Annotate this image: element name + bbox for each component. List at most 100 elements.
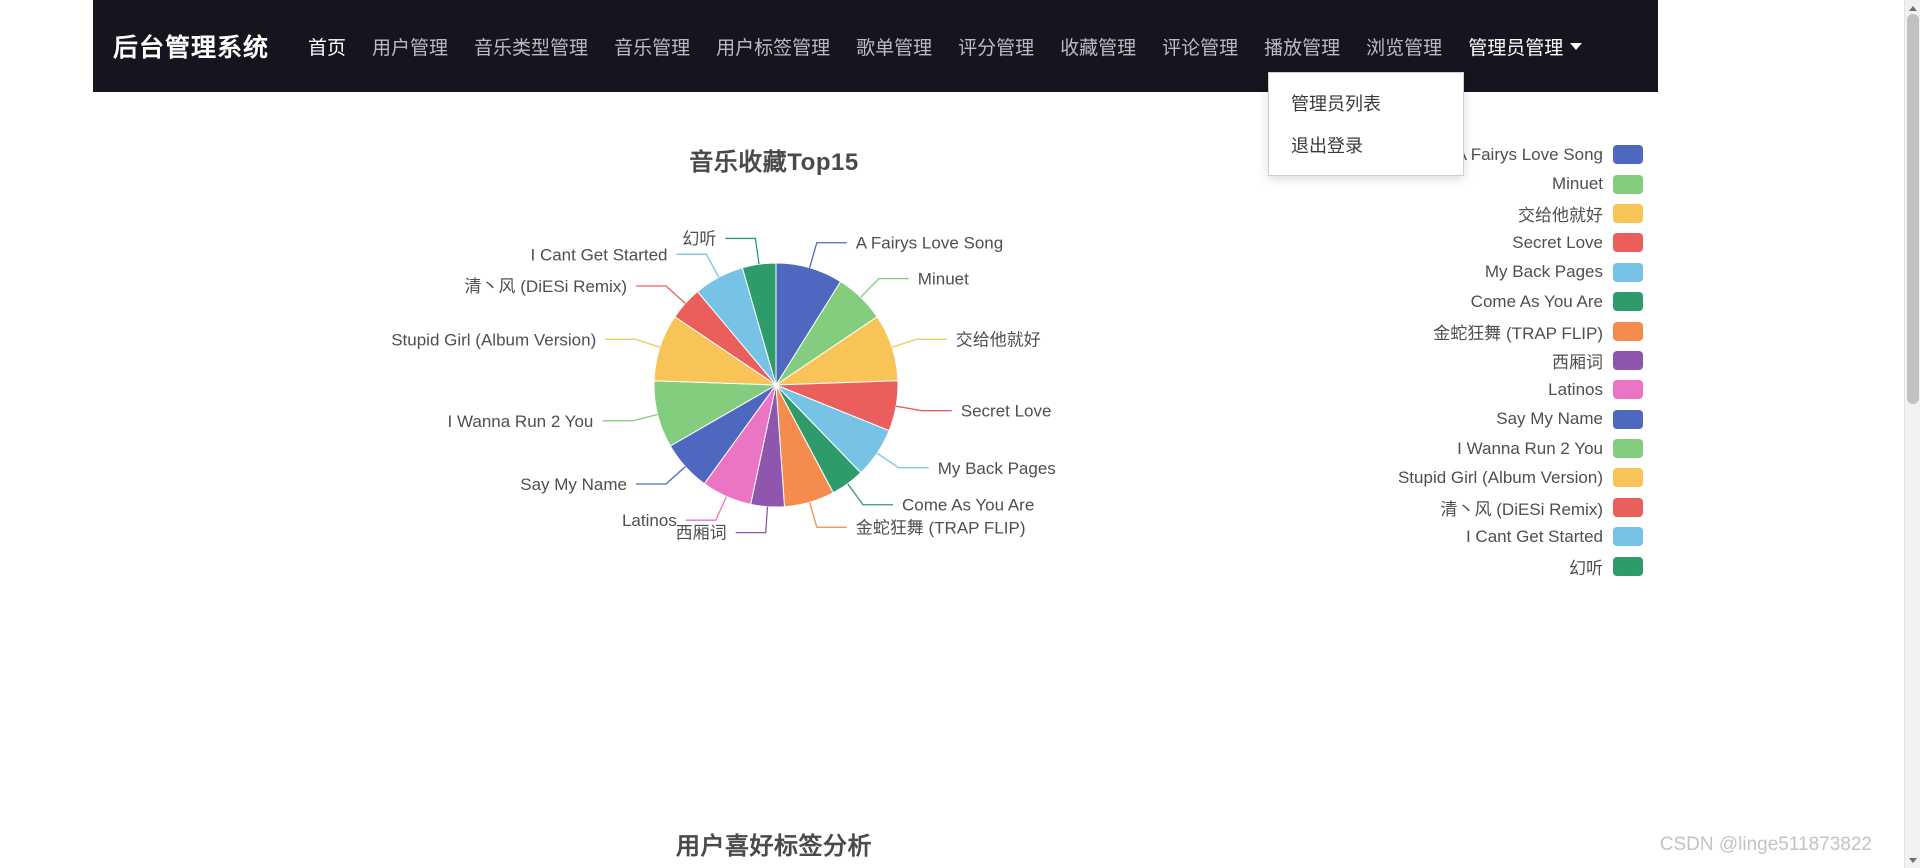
nav-link-2[interactable]: 音乐类型管理 bbox=[461, 33, 601, 60]
nav-link-0[interactable]: 首页 bbox=[295, 33, 359, 60]
legend-item[interactable]: 清丶风 (DiESi Remix) bbox=[1243, 493, 1643, 522]
legend-item-label: My Back Pages bbox=[1484, 262, 1603, 282]
nav-dropdown-admin-label: 管理员管理 bbox=[1468, 37, 1564, 59]
pie-label-leader-line bbox=[896, 405, 952, 412]
legend-item-label: 交给他就好 bbox=[1518, 205, 1603, 225]
legend-item-label: 幻听 bbox=[1569, 558, 1603, 578]
legend-item-label: I Cant Get Started bbox=[1465, 526, 1603, 546]
pie-label-leader-line bbox=[809, 502, 847, 528]
nav-link-9[interactable]: 播放管理 bbox=[1251, 33, 1353, 60]
pie-label-leader-line bbox=[725, 237, 760, 265]
pie-label-leader-line bbox=[602, 413, 658, 422]
legend-color-swatch bbox=[1613, 439, 1643, 459]
pie-slice-label: Latinos bbox=[622, 511, 677, 530]
admin-dropdown-menu: 管理员列表 退出登录 bbox=[1268, 72, 1464, 176]
pie-slice-label: 幻听 bbox=[682, 229, 716, 248]
legend-color-swatch bbox=[1613, 350, 1643, 370]
legend-item-label: A Fairys Love Song bbox=[1455, 144, 1603, 164]
pie-slice-label: My Back Pages bbox=[938, 459, 1056, 478]
pie-slice-label: 清丶风 (DiESi Remix) bbox=[465, 277, 627, 296]
legend-item-label: Secret Love bbox=[1512, 232, 1603, 252]
legend-item[interactable]: 交给他就好 bbox=[1243, 199, 1643, 228]
pie-label-leader-line bbox=[735, 506, 769, 534]
dropdown-item-1[interactable]: 退出登录 bbox=[1269, 124, 1463, 166]
chart-legend: A Fairys Love Song Minuet 交给他就好 Secret Love… bbox=[1243, 140, 1643, 581]
scrollbar-thumb[interactable] bbox=[1907, 14, 1919, 404]
legend-item-label: Latinos bbox=[1548, 379, 1603, 399]
pie-slice-label: 金蛇狂舞 (TRAP FLIP) bbox=[856, 518, 1026, 537]
dropdown-item-0[interactable]: 管理员列表 bbox=[1269, 82, 1463, 124]
legend-color-swatch bbox=[1613, 556, 1643, 576]
legend-item-label: 西厢词 bbox=[1552, 352, 1603, 372]
nav-link-1[interactable]: 用户管理 bbox=[359, 33, 461, 60]
pie-label-leader-line bbox=[676, 253, 720, 278]
legend-color-swatch bbox=[1613, 468, 1643, 488]
legend-item-label: I Wanna Run 2 You bbox=[1457, 438, 1603, 458]
pie-label-leader-line bbox=[876, 452, 929, 469]
pie-label-leader-line bbox=[636, 466, 686, 485]
nav-links: 首页 用户管理 音乐类型管理 音乐管理 用户标签管理 歌单管理 评分管理 收藏管理 评论管理 播放… bbox=[295, 33, 1455, 60]
pie-label-leader-line bbox=[605, 338, 661, 348]
nav-link-8[interactable]: 评论管理 bbox=[1149, 33, 1251, 60]
pie-label-leader-line bbox=[685, 496, 727, 521]
pie-label-leader-line bbox=[847, 483, 893, 506]
legend-item-label: 金蛇狂舞 (TRAP FLIP) bbox=[1433, 323, 1603, 343]
chart2-title: 用户喜好标签分析 bbox=[676, 833, 872, 860]
legend-item-label: Say My Name bbox=[1496, 409, 1603, 429]
nav-dropdown-admin[interactable]: 管理员管理 bbox=[1455, 33, 1595, 60]
nav-link-5[interactable]: 歌单管理 bbox=[843, 33, 945, 60]
legend-color-swatch bbox=[1613, 321, 1643, 341]
legend-item[interactable]: 西厢词 bbox=[1243, 346, 1643, 375]
legend-item[interactable]: 金蛇狂舞 (TRAP FLIP) bbox=[1243, 316, 1643, 345]
legend-item[interactable]: Stupid Girl (Album Version) bbox=[1243, 463, 1643, 492]
legend-color-swatch bbox=[1613, 292, 1643, 312]
chevron-down-icon bbox=[1570, 42, 1583, 50]
pie-slice-label: Minuet bbox=[918, 270, 969, 289]
pie-label-leader-line bbox=[636, 285, 686, 304]
nav-link-4[interactable]: 用户标签管理 bbox=[703, 33, 843, 60]
pie-slice-label: Say My Name bbox=[520, 475, 627, 494]
brand-title[interactable]: 后台管理系统 bbox=[113, 28, 269, 64]
pie-slice-label: I Wanna Run 2 You bbox=[448, 412, 594, 431]
pie-label-leader-line bbox=[809, 242, 847, 268]
pie-slice-label: 西厢词 bbox=[676, 524, 727, 543]
nav-link-6[interactable]: 评分管理 bbox=[945, 33, 1047, 60]
page-root: 后台管理系统 首页 用户管理 音乐类型管理 音乐管理 用户标签管理 歌单管理 评分管理 收藏管… bbox=[0, 0, 1920, 868]
legend-color-swatch bbox=[1613, 262, 1643, 282]
legend-item[interactable]: I Cant Get Started bbox=[1243, 522, 1643, 551]
legend-color-swatch bbox=[1613, 380, 1643, 400]
nav-link-10[interactable]: 浏览管理 bbox=[1353, 33, 1455, 60]
legend-color-swatch bbox=[1613, 145, 1643, 165]
legend-item[interactable]: Come As You Are bbox=[1243, 287, 1643, 316]
pie-slice-label: Come As You Are bbox=[902, 496, 1034, 515]
legend-color-swatch bbox=[1613, 174, 1643, 194]
legend-item[interactable]: I Wanna Run 2 You bbox=[1243, 434, 1643, 463]
page-scrollbar[interactable] bbox=[1904, 0, 1920, 868]
pie-slice-label: 交给他就好 bbox=[956, 330, 1041, 349]
legend-color-swatch bbox=[1613, 409, 1643, 429]
nav-link-7[interactable]: 收藏管理 bbox=[1047, 33, 1149, 60]
watermark: CSDN @linge511873822 bbox=[1659, 834, 1872, 855]
legend-item[interactable]: My Back Pages bbox=[1243, 258, 1643, 287]
pie-label-leader-line bbox=[860, 277, 909, 298]
pie-slice-label: Secret Love bbox=[961, 402, 1052, 421]
legend-color-swatch bbox=[1613, 233, 1643, 253]
legend-color-swatch bbox=[1613, 497, 1643, 517]
legend-item[interactable]: Say My Name bbox=[1243, 405, 1643, 434]
nav-link-3[interactable]: 音乐管理 bbox=[601, 33, 703, 60]
legend-item[interactable]: Secret Love bbox=[1243, 228, 1643, 257]
legend-color-swatch bbox=[1613, 203, 1643, 223]
pie-slice-label: A Fairys Love Song bbox=[856, 234, 1003, 253]
legend-item[interactable]: 幻听 bbox=[1243, 551, 1643, 580]
legend-item[interactable]: Latinos bbox=[1243, 375, 1643, 404]
pie-label-leader-line bbox=[891, 338, 947, 348]
pie-slice-label: Stupid Girl (Album Version) bbox=[391, 330, 596, 349]
pie-slice-label: I Cant Get Started bbox=[531, 245, 668, 264]
music-collection-chart-card: 音乐收藏Top15 A Fairys Love Song Minuet 交给他就好 S… bbox=[93, 92, 1658, 752]
legend-item-label: Stupid Girl (Album Version) bbox=[1397, 467, 1603, 487]
legend-item-label: Minuet bbox=[1551, 174, 1603, 194]
legend-color-swatch bbox=[1613, 527, 1643, 547]
legend-item-label: 清丶风 (DiESi Remix) bbox=[1440, 499, 1603, 519]
legend-item-label: Come As You Are bbox=[1470, 291, 1603, 311]
caret-down-icon[interactable] bbox=[1905, 852, 1920, 868]
